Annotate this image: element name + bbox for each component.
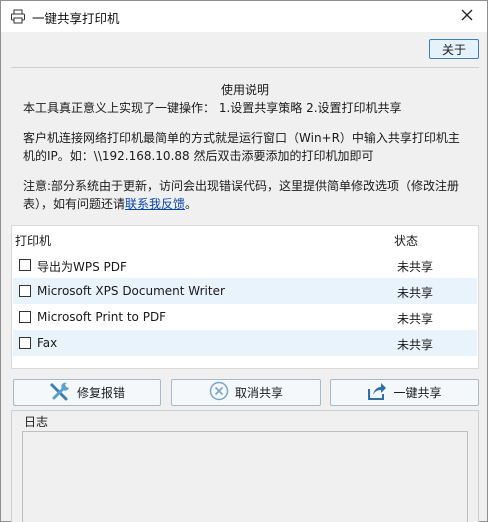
title-bar: 一键共享打印机 <box>1 1 487 32</box>
cancel-circle-icon <box>209 381 229 404</box>
cancel-share-label: 取消共享 <box>234 386 283 400</box>
usage-line-3: 机的IP。如：\\192.168.10.88 然后双击添要添加的打印机加即可 <box>23 149 374 163</box>
usage-line-2: 客户机连接网络打印机最简单的方式就是运行窗口（Win+R）中输入共享打印机主 <box>23 131 460 145</box>
usage-line-5: 表），如有问题还请联系我反馈。 <box>23 195 473 213</box>
repair-button[interactable]: 修复报错 <box>13 379 161 406</box>
printer-status: 未共享 <box>397 286 434 300</box>
close-button[interactable] <box>447 1 487 32</box>
printer-checkbox[interactable] <box>19 337 31 349</box>
cancel-share-button[interactable]: 取消共享 <box>171 379 321 406</box>
usage-title: 使用说明 <box>220 83 269 97</box>
printer-name: Microsoft XPS Document Writer <box>37 284 225 298</box>
printer-status: 未共享 <box>397 260 434 274</box>
close-icon <box>461 9 473 24</box>
wrench-screwdriver-icon <box>49 381 71 404</box>
printer-checkbox[interactable] <box>19 259 31 271</box>
app-window: 一键共享打印机 关于 使用说明 本工具真正意义上实现了一键操作： 1.设置共享策… <box>0 0 488 522</box>
printer-status: 未共享 <box>397 312 434 326</box>
printer-status: 未共享 <box>397 338 434 352</box>
printer-row[interactable]: Fax 未共享 <box>13 330 477 356</box>
printer-row[interactable]: Microsoft Print to PDF 未共享 <box>13 304 477 330</box>
printer-row[interactable]: 导出为WPS PDF 未共享 <box>13 252 477 278</box>
share-button-label: 一键共享 <box>393 386 442 400</box>
usage-line-5-prefix: 表），如有问题还请 <box>23 197 126 211</box>
log-panel: 日志 <box>11 410 479 522</box>
log-textarea[interactable] <box>22 431 468 522</box>
printer-list: 打印机 状态 导出为WPS PDF 未共享 Microsoft XPS Docu… <box>11 225 479 369</box>
divider <box>11 67 479 68</box>
printer-name: Fax <box>37 336 58 350</box>
printer-name: 导出为WPS PDF <box>37 260 127 274</box>
usage-line-4: 注意:部分系统由于更新，访问会出现错误代码，这里提供简单修改选项（修改注册 <box>23 179 460 193</box>
usage-line-1: 本工具真正意义上实现了一键操作： 1.设置共享策略 2.设置打印机共享 <box>23 101 402 115</box>
feedback-link[interactable]: 联系我反馈 <box>125 197 185 211</box>
column-header-printer: 打印机 <box>15 234 52 248</box>
share-button[interactable]: 一键共享 <box>330 379 479 406</box>
usage-line-5-suffix: 。 <box>185 197 198 211</box>
column-header-status: 状态 <box>394 234 419 248</box>
repair-button-label: 修复报错 <box>76 386 125 400</box>
printer-row[interactable]: Microsoft XPS Document Writer 未共享 <box>13 278 477 304</box>
log-label: 日志 <box>24 415 49 429</box>
printer-checkbox[interactable] <box>19 285 31 297</box>
about-button[interactable]: 关于 <box>429 39 479 59</box>
printer-name: Microsoft Print to PDF <box>37 310 167 324</box>
window-title: 一键共享打印机 <box>32 11 120 26</box>
printer-icon <box>10 9 26 24</box>
printer-checkbox[interactable] <box>19 311 31 323</box>
share-icon <box>367 381 387 404</box>
